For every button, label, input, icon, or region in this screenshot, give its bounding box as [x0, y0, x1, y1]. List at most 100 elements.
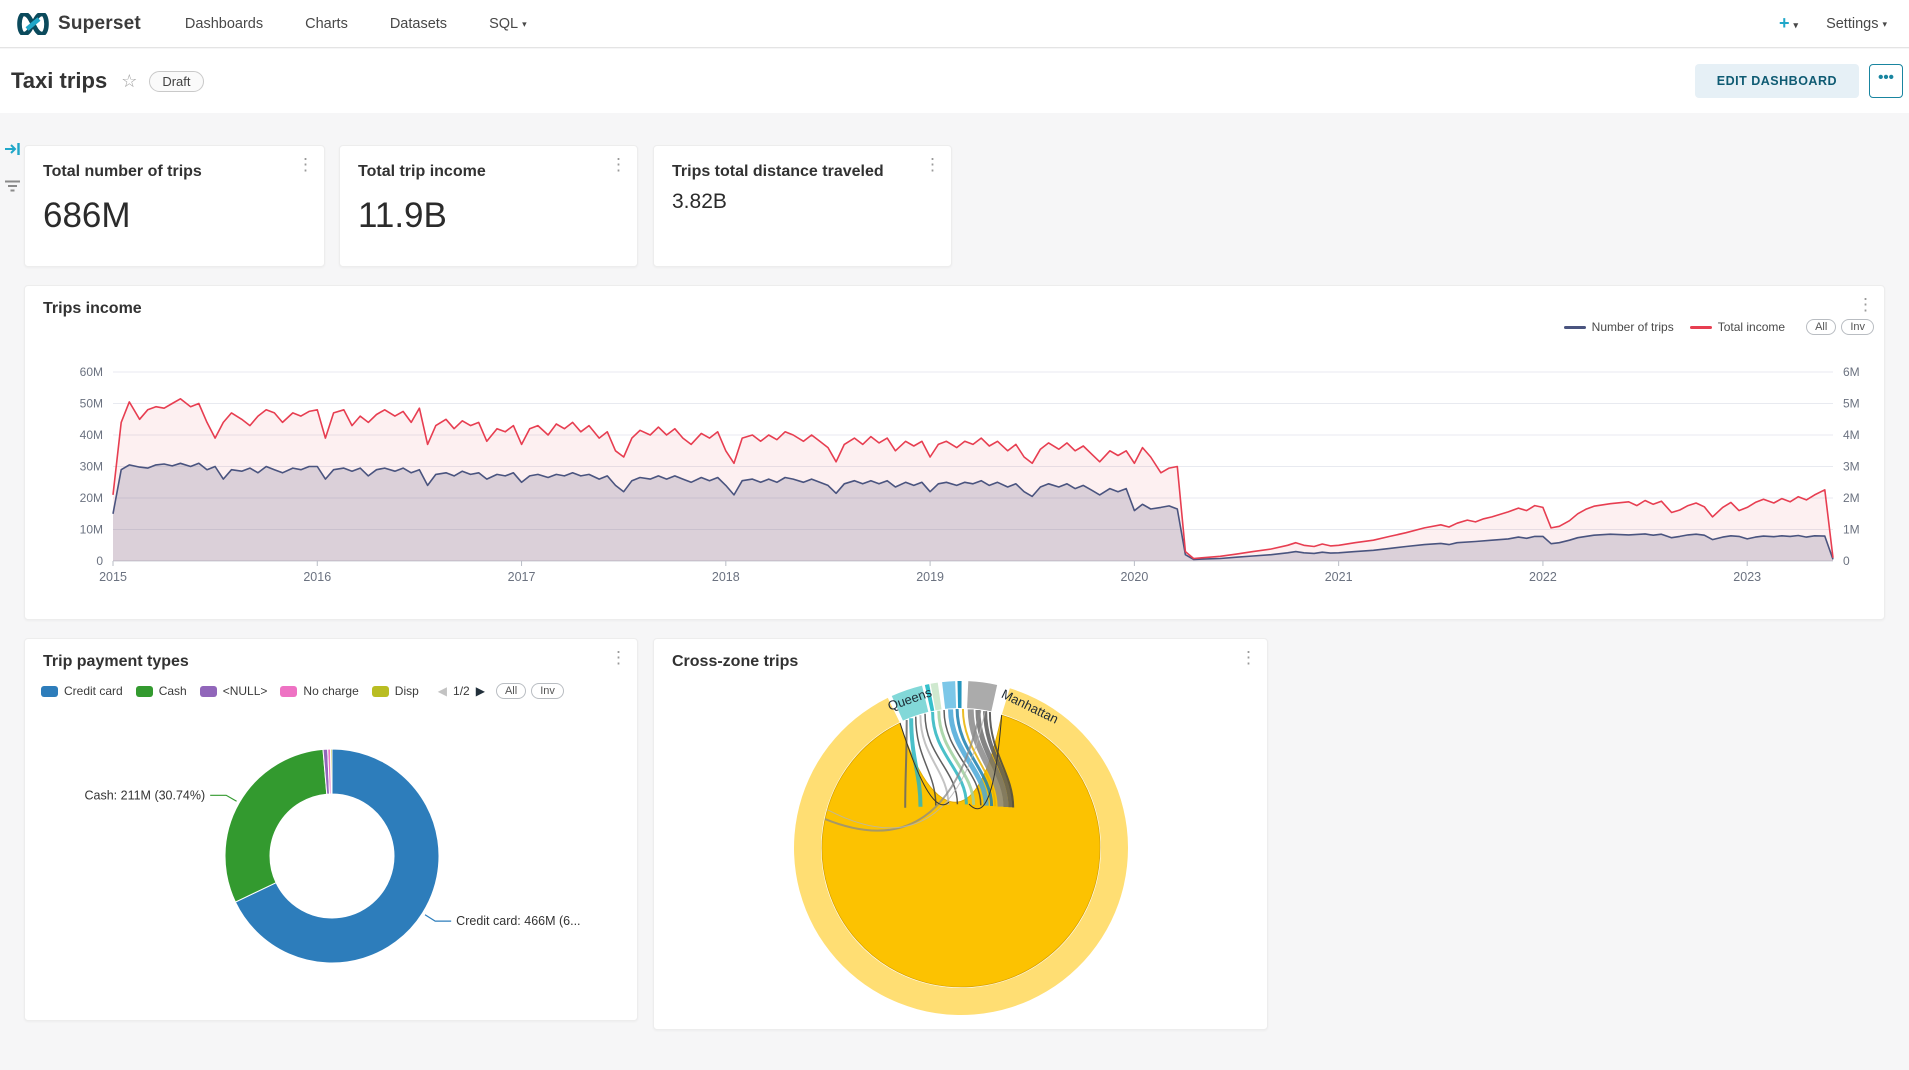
cross-zone-trips-panel: Cross-zone trips ⋮ ManhattanQueens	[653, 638, 1268, 1030]
legend-label: Credit card	[64, 684, 123, 698]
edit-dashboard-button[interactable]: EDIT DASHBOARD	[1695, 64, 1859, 98]
top-navigation: Superset Dashboards Charts Datasets SQL▾ +▾…	[0, 0, 1909, 48]
kebab-menu-icon[interactable]: ⋮	[924, 156, 941, 173]
legend-pill-all[interactable]: All	[1806, 319, 1836, 335]
legend-swatch	[200, 686, 217, 697]
dashboard-canvas: Total number of trips ⋮ 686M Total trip …	[0, 113, 1909, 1070]
new-item-button[interactable]: +▾	[1779, 13, 1798, 34]
kebab-menu-icon[interactable]: ⋮	[610, 649, 627, 666]
legend-pill-all[interactable]: All	[496, 683, 526, 699]
legend-swatch	[372, 686, 389, 697]
svg-text:2018: 2018	[712, 570, 740, 584]
trips-income-panel: Trips income ⋮ Number of trips Total inco…	[24, 285, 1885, 620]
page-title: Taxi trips	[11, 68, 107, 94]
kpi-card-total-trips: Total number of trips ⋮ 686M	[24, 145, 325, 267]
kpi-title: Total number of trips	[43, 162, 273, 182]
legend-item[interactable]: <NULL>	[200, 684, 268, 698]
nav-item-charts[interactable]: Charts	[305, 16, 348, 32]
timeseries-legend: Number of trips Total income All Inv	[1564, 319, 1874, 335]
svg-text:2M: 2M	[1843, 491, 1860, 505]
legend-swatch	[1564, 326, 1586, 329]
filter-icon[interactable]	[4, 179, 21, 199]
trip-payment-types-panel: Trip payment types ⋮ Credit card Cash <NUL…	[24, 638, 638, 1021]
kpi-value: 3.82B	[672, 190, 933, 214]
kpi-title: Trips total distance traveled	[672, 162, 902, 182]
svg-text:2021: 2021	[1325, 570, 1353, 584]
legend-pill-inv[interactable]: Inv	[1841, 319, 1874, 335]
chart-title: Trip payment types	[43, 653, 189, 671]
svg-text:2022: 2022	[1529, 570, 1557, 584]
svg-text:20M: 20M	[80, 491, 103, 505]
legend-item[interactable]: Total income	[1690, 320, 1785, 334]
payment-donut-chart[interactable]: Credit card: 466M (6...Cash: 211M (30.74…	[25, 709, 637, 1019]
svg-text:Cash: 211M (30.74%): Cash: 211M (30.74%)	[85, 788, 206, 802]
svg-text:60M: 60M	[80, 365, 103, 379]
nav-menu: Dashboards Charts Datasets SQL▾	[185, 16, 569, 32]
svg-text:40M: 40M	[80, 428, 103, 442]
chevron-down-icon: ▾	[1794, 20, 1799, 30]
expand-filter-bar-icon[interactable]	[4, 141, 22, 162]
chevron-down-icon: ▾	[1882, 19, 1887, 29]
kebab-menu-icon[interactable]: ⋮	[1857, 296, 1874, 313]
chart-title: Trips income	[43, 300, 142, 318]
cross-zone-chord-chart[interactable]: ManhattanQueens	[654, 671, 1267, 1029]
legend-item[interactable]: No charge	[280, 684, 358, 698]
legend-swatch	[136, 686, 153, 697]
nav-item-datasets[interactable]: Datasets	[390, 16, 447, 32]
svg-text:3M: 3M	[1843, 460, 1860, 474]
svg-text:30M: 30M	[80, 460, 103, 474]
legend-label: Total income	[1718, 320, 1785, 334]
legend-label: No charge	[303, 684, 358, 698]
svg-text:6M: 6M	[1843, 365, 1860, 379]
svg-text:5M: 5M	[1843, 397, 1860, 411]
chart-title: Cross-zone trips	[672, 653, 798, 671]
kpi-card-trip-income: Total trip income ⋮ 11.9B	[339, 145, 638, 267]
svg-text:2023: 2023	[1733, 570, 1761, 584]
svg-text:2017: 2017	[508, 570, 536, 584]
kebab-menu-icon[interactable]: ⋮	[610, 156, 627, 173]
svg-text:2016: 2016	[303, 570, 331, 584]
svg-text:50M: 50M	[80, 397, 103, 411]
svg-text:2019: 2019	[916, 570, 944, 584]
legend-item[interactable]: Disp	[372, 684, 419, 698]
kpi-title: Total trip income	[358, 162, 588, 182]
legend-label: Number of trips	[1592, 320, 1674, 334]
trips-income-chart[interactable]: 0 0 10M 1M 20M 2M 30M 3M 40M 4M 50M 5M 60M 6M 2015 2016…	[25, 342, 1884, 620]
legend-label: Cash	[159, 684, 187, 698]
kpi-value: 11.9B	[358, 196, 619, 236]
legend-item[interactable]: Number of trips	[1564, 320, 1674, 334]
favorite-star-icon[interactable]: ☆	[121, 71, 137, 92]
nav-item-dashboards[interactable]: Dashboards	[185, 16, 263, 32]
legend-label: Disp	[395, 684, 419, 698]
kpi-card-total-distance: Trips total distance traveled ⋮ 3.82B	[653, 145, 952, 267]
kpi-value: 686M	[43, 196, 306, 236]
svg-text:10M: 10M	[80, 523, 103, 537]
settings-menu[interactable]: Settings▾	[1826, 16, 1887, 32]
brand-name: Superset	[58, 13, 141, 35]
kebab-menu-icon[interactable]: ⋮	[297, 156, 314, 173]
superset-logo[interactable]: Superset	[16, 13, 141, 35]
legend-pill-inv[interactable]: Inv	[531, 683, 564, 699]
legend-swatch	[1690, 326, 1712, 329]
legend-page-indicator: 1/2	[453, 684, 470, 698]
dashboard-header: Taxi trips ☆ Draft EDIT DASHBOARD •••	[0, 49, 1909, 113]
svg-text:2015: 2015	[99, 570, 127, 584]
kebab-menu-icon[interactable]: ⋮	[1240, 649, 1257, 666]
legend-next-page-icon[interactable]: ▶	[476, 684, 485, 698]
svg-text:0: 0	[96, 554, 103, 568]
legend-swatch	[41, 686, 58, 697]
svg-text:1M: 1M	[1843, 523, 1860, 537]
legend-item[interactable]: Cash	[136, 684, 187, 698]
legend-prev-page-icon[interactable]: ◀	[438, 684, 447, 698]
pie-legend: Credit card Cash <NULL> No charge Disp ◀ 1/2 ▶ A…	[41, 683, 627, 699]
legend-swatch	[280, 686, 297, 697]
legend-item[interactable]: Credit card	[41, 684, 123, 698]
more-options-button[interactable]: •••	[1869, 64, 1903, 98]
legend-label: <NULL>	[223, 684, 268, 698]
svg-text:4M: 4M	[1843, 428, 1860, 442]
svg-text:0: 0	[1843, 554, 1850, 568]
nav-item-sql[interactable]: SQL▾	[489, 16, 527, 32]
svg-text:2020: 2020	[1120, 570, 1148, 584]
superset-logo-icon	[16, 13, 50, 35]
chevron-down-icon: ▾	[522, 19, 527, 29]
